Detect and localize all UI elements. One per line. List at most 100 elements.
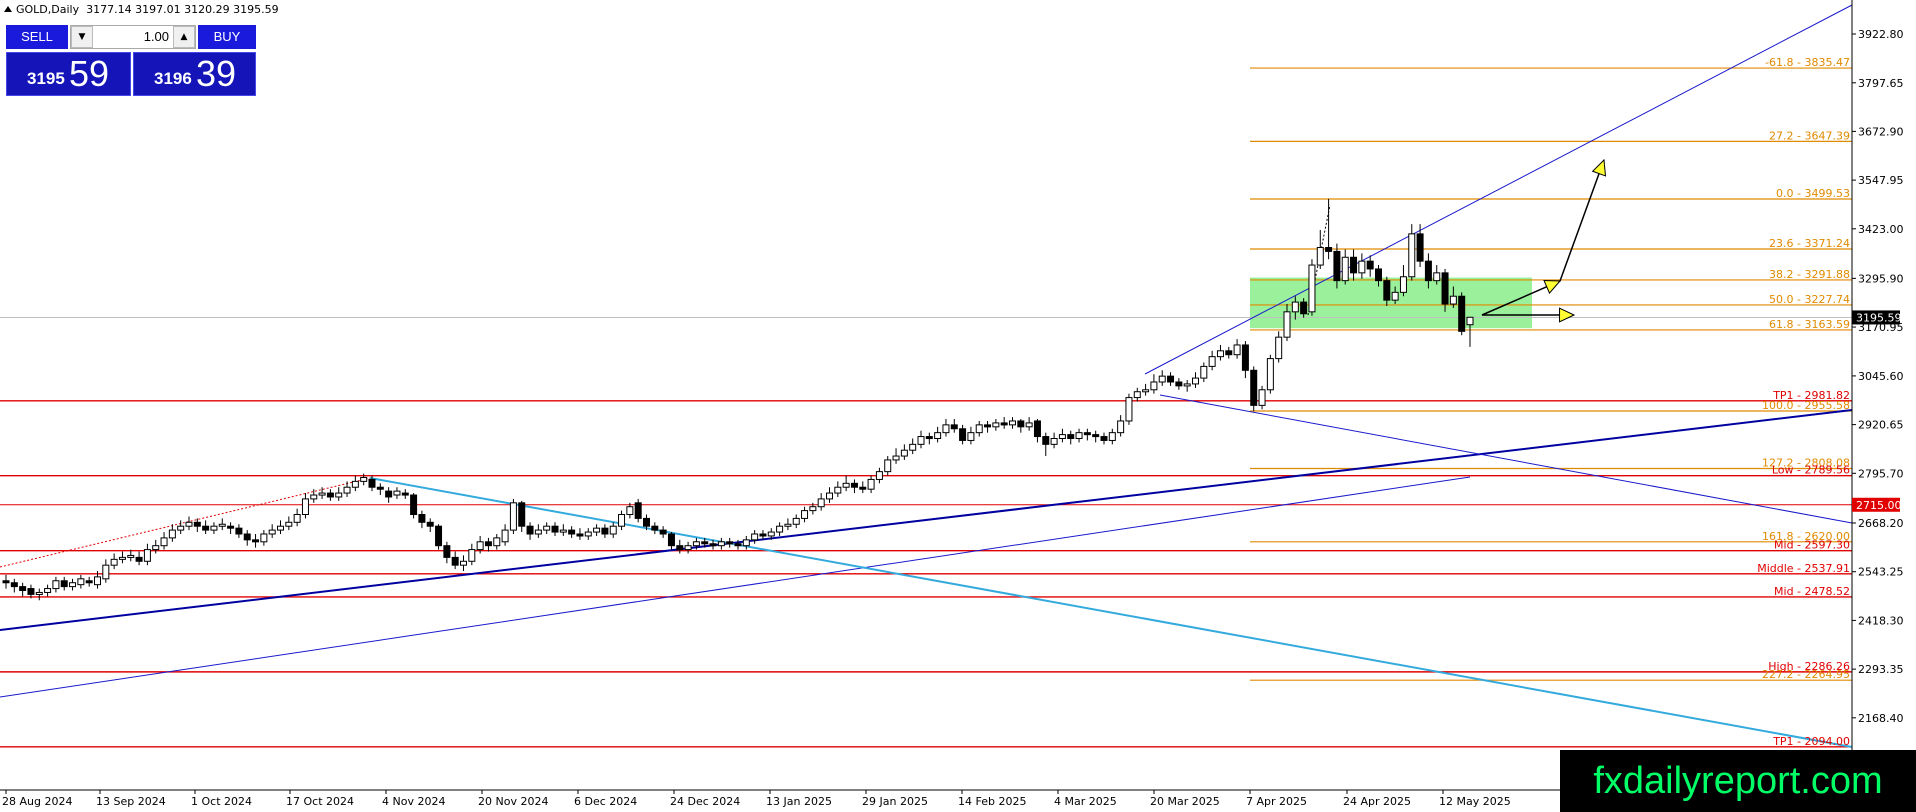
- candle-body: [1200, 365, 1208, 379]
- candle-body: [335, 492, 343, 498]
- candle-body: [1158, 375, 1166, 383]
- candle-body: [268, 529, 276, 535]
- chevron-down-icon[interactable]: ▼: [71, 26, 93, 48]
- candle-body: [1241, 344, 1249, 371]
- price-chart[interactable]: -61.8 - 3835.47 27.2 - 3647.39 0.0 - 3499.…: [0, 0, 1916, 812]
- volume-input[interactable]: 1.00: [97, 26, 169, 48]
- y-tick-label: 2543.25: [1858, 566, 1904, 579]
- candle-body: [1175, 381, 1183, 387]
- candle-body: [351, 480, 359, 488]
- sell-price-big: 59: [69, 53, 110, 94]
- candle-body: [942, 424, 950, 434]
- fib-label: 23.6 - 3371.24: [1769, 237, 1850, 250]
- candle-body: [593, 527, 601, 533]
- sell-button[interactable]: SELL: [6, 25, 68, 49]
- candle-body: [202, 525, 210, 531]
- candle-body: [293, 514, 301, 523]
- candle-body: [94, 576, 101, 586]
- candle-body: [850, 482, 858, 488]
- x-tick-label: 20 Nov 2024: [478, 795, 548, 808]
- candle-body: [1025, 422, 1033, 428]
- candle-body: [1275, 336, 1283, 360]
- candle-body: [410, 494, 418, 516]
- arrowhead-icon: [1543, 279, 1562, 294]
- fib-label: 38.2 - 3291.88: [1769, 268, 1850, 281]
- buy-button[interactable]: BUY: [198, 25, 256, 49]
- candle-body: [1100, 436, 1108, 441]
- sell-quote[interactable]: 3195 59: [6, 52, 131, 96]
- y-tick-label: 3295.90: [1858, 272, 1904, 285]
- candle-body: [118, 556, 126, 560]
- candle-body: [301, 498, 309, 516]
- candle-body: [684, 545, 692, 551]
- candle-body: [759, 533, 767, 537]
- candle-body: [892, 455, 900, 461]
- candle-body: [360, 476, 368, 482]
- candle-body: [967, 432, 975, 441]
- candle-body: [776, 525, 784, 533]
- candle-body: [576, 533, 584, 537]
- candle-body: [44, 588, 52, 593]
- candle-body: [443, 545, 451, 558]
- candle-body: [1300, 301, 1308, 315]
- candle-body: [792, 517, 800, 525]
- falling-trendline: [369, 477, 1853, 748]
- candle-body: [1133, 391, 1141, 399]
- candle-body: [717, 541, 725, 547]
- candle-body: [252, 539, 260, 543]
- candle-body: [692, 541, 700, 547]
- collapse-triangle-icon[interactable]: [4, 6, 12, 12]
- chevron-up-icon[interactable]: ▲: [173, 26, 195, 48]
- one-click-trading-panel: SELL ▼ 1.00 ▲ BUY 3195 59 3196 39: [6, 25, 256, 97]
- candle-body: [418, 514, 426, 523]
- candle-body: [784, 523, 792, 527]
- volume-stepper[interactable]: ▼ 1.00 ▲: [70, 25, 196, 49]
- candle-body: [842, 482, 850, 488]
- candle-body: [143, 549, 151, 562]
- candle-body: [1000, 422, 1008, 426]
- brand-watermark: fxdailyreport.com: [1560, 750, 1916, 812]
- candle-body: [1266, 358, 1274, 391]
- x-tick-label: 17 Oct 2024: [286, 795, 354, 808]
- fib-label: 27.2 - 3647.39: [1769, 129, 1850, 142]
- x-tick-label: 13 Jan 2025: [766, 795, 832, 808]
- candle-body: [1424, 260, 1432, 282]
- candle-body: [343, 486, 351, 494]
- candle-body: [1375, 268, 1382, 282]
- candle-body: [734, 543, 742, 547]
- y-tick-label: 3797.65: [1858, 77, 1904, 90]
- candle-body: [368, 478, 376, 488]
- candle-body: [934, 432, 942, 440]
- candle-body: [27, 588, 35, 595]
- y-tick-label: 3672.90: [1858, 125, 1904, 138]
- candle-body: [709, 543, 717, 547]
- candle-body: [326, 492, 334, 498]
- candle-body: [1017, 420, 1025, 428]
- ohlc-readout: 3177.14 3197.01 3120.29 3195.59: [86, 3, 279, 16]
- candle-body: [543, 525, 551, 531]
- candle-body: [609, 525, 617, 535]
- candle-body: [1192, 377, 1199, 385]
- candle-body: [1075, 432, 1083, 440]
- candle-body: [1458, 295, 1466, 332]
- level-labels-layer: -61.8 - 3835.47 27.2 - 3647.39 0.0 - 3499.…: [1757, 56, 1850, 748]
- x-tick-label: 24 Dec 2024: [670, 795, 740, 808]
- candle-body: [243, 533, 251, 541]
- candle-body: [817, 498, 825, 508]
- candle-body: [401, 492, 409, 496]
- candles-layer: [2, 198, 1474, 601]
- candle-body: [925, 436, 933, 440]
- x-tick-label: 1 Oct 2024: [191, 795, 252, 808]
- candle-body: [235, 527, 243, 535]
- x-tick-label: 4 Nov 2024: [382, 795, 445, 808]
- candle-body: [227, 525, 235, 529]
- candle-body: [376, 486, 384, 490]
- y-tick-label: 3045.60: [1858, 370, 1904, 383]
- arrowhead-icon: [1591, 158, 1607, 177]
- candle-body: [60, 580, 68, 588]
- candle-body: [509, 502, 517, 531]
- buy-quote[interactable]: 3196 39: [133, 52, 256, 96]
- candle-body: [1333, 250, 1341, 282]
- candle-body: [69, 582, 77, 588]
- x-tick-label: 28 Aug 2024: [2, 795, 72, 808]
